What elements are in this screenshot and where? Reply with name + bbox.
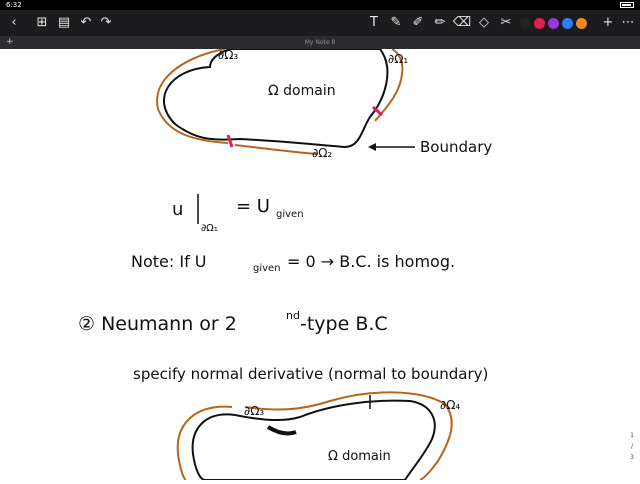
- domain1-orange-outline: [156, 48, 404, 155]
- omega-label-top: ∂Ω₃: [218, 49, 238, 62]
- more-icon[interactable]: ⋯: [618, 13, 638, 33]
- domain2-thick-mark: [266, 425, 297, 436]
- highlighter-tool-icon[interactable]: ✏: [430, 13, 450, 33]
- page-indicator[interactable]: 1 / 3: [626, 430, 638, 463]
- boundary-label: Boundary: [420, 138, 492, 156]
- shape-tool-icon[interactable]: ◇: [474, 13, 494, 33]
- neumann-heading-sup: nd: [286, 309, 300, 322]
- domain-label-top: Ω domain: [268, 83, 336, 99]
- lasso-tool-icon[interactable]: ✎: [386, 13, 406, 33]
- note-line-subscript: given: [253, 263, 281, 274]
- neumann-heading-rest: -type B.C: [300, 313, 388, 335]
- domain-label-bottom: Ω domain: [328, 449, 391, 464]
- color-swatch-red[interactable]: [534, 18, 545, 29]
- redo-icon[interactable]: ↷: [96, 13, 116, 33]
- boundary-marker-1: [226, 134, 234, 148]
- omega-label-3: ∂Ω₃: [244, 404, 264, 418]
- tab-note-title[interactable]: My Note 8: [0, 39, 640, 46]
- equation-u: u: [172, 199, 183, 220]
- text-tool-icon[interactable]: T: [364, 13, 384, 33]
- pen-tool-icon[interactable]: ✐: [408, 13, 428, 33]
- specify-line: specify normal derivative (normal to bou…: [133, 365, 488, 383]
- equation-rhs: = U: [236, 196, 270, 217]
- back-icon[interactable]: ‹: [4, 13, 24, 33]
- color-swatch-purple[interactable]: [548, 18, 559, 29]
- note-canvas[interactable]: ∂Ω₃ ∂Ω₁ Ω domain Boundary ∂Ω₂ u ∂Ω₁ = U …: [0, 48, 640, 481]
- color-swatch-blue[interactable]: [562, 18, 573, 29]
- add-icon[interactable]: +: [598, 13, 618, 33]
- color-swatch-black[interactable]: [520, 18, 531, 29]
- omega-label-4: ∂Ω₄: [440, 398, 460, 412]
- boundary-arrow-head: [368, 143, 376, 151]
- tab-bar: + My Note 8: [0, 36, 640, 49]
- domain2-orange-outline: [176, 391, 453, 481]
- undo-icon[interactable]: ↶: [76, 13, 96, 33]
- handwritten-notes: ∂Ω₃ ∂Ω₁ Ω domain Boundary ∂Ω₂ u ∂Ω₁ = U …: [78, 48, 492, 481]
- note-line-rest: = 0 → B.C. is homog.: [287, 252, 455, 271]
- status-bar: 6:32: [0, 0, 640, 10]
- eraser-tool-icon[interactable]: ⌫: [452, 13, 472, 33]
- scissors-tool-icon[interactable]: ✂: [496, 13, 516, 33]
- page-separator: /: [630, 443, 634, 450]
- note-line-start: Note: If U: [131, 252, 207, 271]
- equation-subscript: ∂Ω₁: [201, 223, 218, 234]
- page-total: 3: [630, 454, 634, 461]
- page-current: 1: [630, 432, 634, 439]
- battery-icon: [620, 2, 634, 8]
- domain2-boundary-curve: [191, 399, 436, 481]
- equation-rhs-subscript: given: [276, 209, 304, 220]
- status-time: 6:32: [6, 1, 22, 9]
- grid-view-icon[interactable]: ⊞: [32, 13, 52, 33]
- neumann-heading: ② Neumann or 2: [78, 313, 237, 335]
- omega-label-right: ∂Ω₁: [388, 52, 408, 66]
- toolbar: ‹ ⊞ ▤ ↶ ↷ T ✎ ✐ ✏ ⌫ ◇ ✂ + ⋯: [0, 10, 640, 36]
- document-icon[interactable]: ▤: [54, 13, 74, 33]
- omega-label-bottom: ∂Ω₂: [312, 146, 332, 160]
- color-swatch-orange[interactable]: [576, 18, 587, 29]
